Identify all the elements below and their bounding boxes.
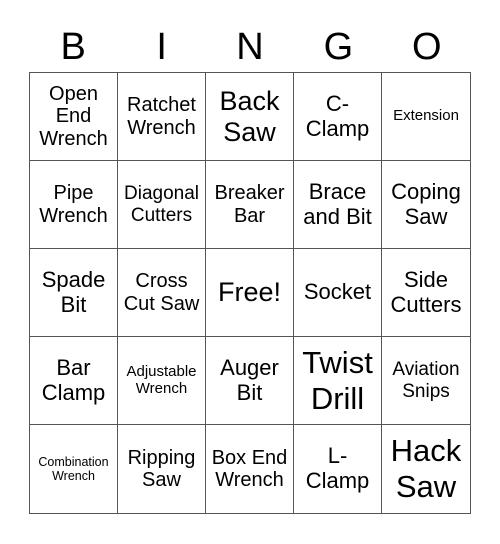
bingo-cell[interactable]: Ratchet Wrench [118,73,206,161]
bingo-cell[interactable]: Brace and Bit [294,161,382,249]
free-space[interactable]: Free! [206,249,294,337]
bingo-cell[interactable]: Pipe Wrench [30,161,118,249]
bingo-cell[interactable]: Aviation Snips [382,337,470,425]
bingo-cell[interactable]: Adjustable Wrench [118,337,206,425]
bingo-grid: Open End Wrench Ratchet Wrench Back Saw … [29,72,471,514]
bingo-cell[interactable]: Diagonal Cutters [118,161,206,249]
bingo-cell[interactable]: Auger Bit [206,337,294,425]
header-letter-b: B [60,26,86,68]
header-letter-o: O [412,26,442,68]
bingo-cell[interactable]: Open End Wrench [30,73,118,161]
bingo-cell[interactable]: Coping Saw [382,161,470,249]
bingo-cell[interactable]: Spade Bit [30,249,118,337]
bingo-cell[interactable]: Socket [294,249,382,337]
bingo-cell[interactable]: Box End Wrench [206,425,294,513]
bingo-cell[interactable]: Ripping Saw [118,425,206,513]
bingo-cell[interactable]: Hack Saw [382,425,470,513]
bingo-cell[interactable]: Twist Drill [294,337,382,425]
header-letter-i: I [156,26,167,68]
bingo-header: B I N G O [29,22,471,72]
bingo-cell[interactable]: Bar Clamp [30,337,118,425]
bingo-cell[interactable]: Extension [382,73,470,161]
bingo-cell[interactable]: Breaker Bar [206,161,294,249]
bingo-cell[interactable]: L- Clamp [294,425,382,513]
header-letter-n: N [236,26,264,68]
bingo-cell[interactable]: Back Saw [206,73,294,161]
bingo-cell[interactable]: Combination Wrench [30,425,118,513]
bingo-cell[interactable]: C- Clamp [294,73,382,161]
header-letter-g: G [323,26,354,68]
bingo-cell[interactable]: Cross Cut Saw [118,249,206,337]
bingo-cell[interactable]: Side Cutters [382,249,470,337]
